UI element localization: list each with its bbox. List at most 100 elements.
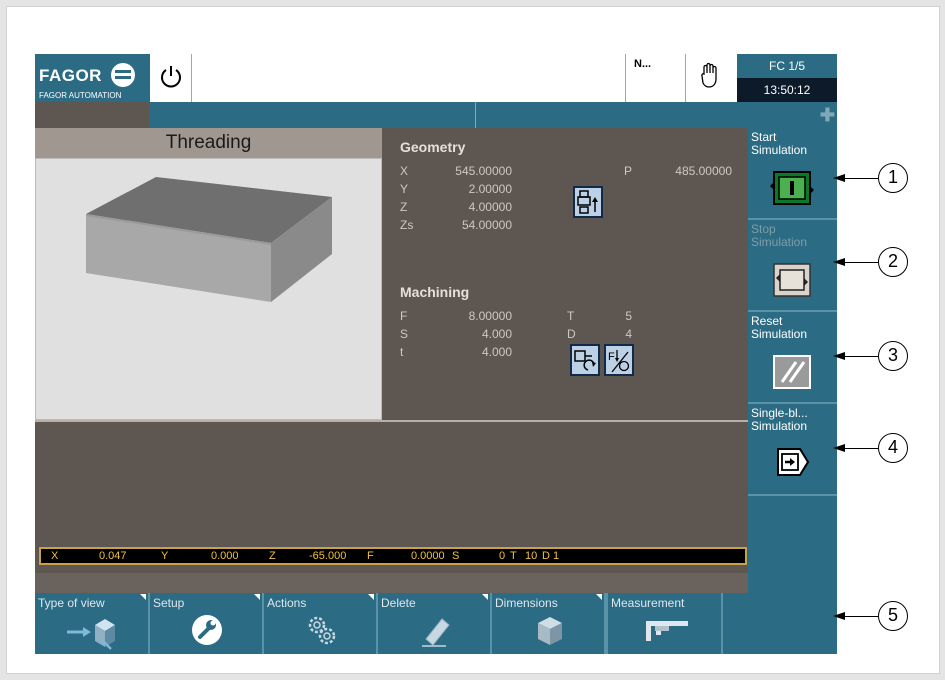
brand-subtitle: FAGOR AUTOMATION (39, 91, 122, 100)
submenu-indicator-icon (140, 594, 146, 600)
status-t-label: T (510, 550, 517, 562)
softkey-label: Simulation (751, 327, 808, 341)
single-block-simulation-button[interactable]: Single-bl... Simulation (748, 404, 837, 496)
manual-mode-indicator (685, 54, 737, 102)
status-y-value: 0.000 (211, 550, 239, 562)
cycle-data-panel: Geometry X 545.00000 Y 2.00000 Z 4.00000… (382, 128, 748, 420)
callout-3: 3 (878, 341, 908, 371)
machining-t-small-label: t (400, 345, 404, 359)
callout-4: 4 (878, 433, 908, 463)
reset-icon (773, 355, 811, 389)
delete-button[interactable]: Delete (378, 593, 492, 654)
measurement-button[interactable]: Measurement (606, 593, 723, 654)
machining-f-value[interactable]: 8.00000 (432, 309, 512, 323)
feed-type-button[interactable]: F (604, 344, 634, 376)
softkey-label: Setup (153, 596, 185, 610)
plus-icon[interactable]: ✚ (820, 106, 835, 124)
vertical-softkey-panel: Start Simulation Stop Simulation Reset S… (748, 128, 837, 593)
figure-page: FAGOR FAGOR AUTOMATION N... FC 1/5 13:50… (6, 6, 940, 674)
machining-s-label: S (400, 327, 409, 341)
geometry-x-label: X (400, 164, 409, 178)
geometry-y-label: Y (400, 182, 409, 196)
geometry-zs-value[interactable]: 54.00000 (432, 218, 512, 232)
start-simulation-icon (770, 171, 814, 205)
machining-tool-value[interactable]: 5 (612, 309, 632, 323)
geometry-x-value[interactable]: 545.00000 (432, 164, 512, 178)
callout-line (843, 262, 878, 263)
geometry-p-value[interactable]: 485.00000 (650, 164, 732, 178)
geometry-y-value[interactable]: 2.00000 (432, 182, 512, 196)
sub-header-bar: ✚ (150, 102, 837, 128)
softkey-label: Delete (381, 596, 416, 610)
spindle-rotation-icon (574, 350, 596, 371)
power-button[interactable] (150, 54, 192, 102)
caliper-icon (646, 621, 688, 641)
geometry-zs-label: Zs (400, 218, 414, 232)
hand-icon (701, 62, 717, 88)
submenu-indicator-icon (368, 594, 374, 600)
geometry-p-label: P (624, 164, 633, 178)
fagor-logo: FAGOR FAGOR AUTOMATION (35, 54, 150, 102)
callout-line (843, 178, 878, 179)
cnc-screen: FAGOR FAGOR AUTOMATION N... FC 1/5 13:50… (35, 54, 837, 654)
status-y-label: Y (161, 550, 169, 562)
brand-mark-icon (111, 63, 135, 87)
machining-tool-label: T (567, 309, 575, 323)
submenu-indicator-icon (482, 594, 488, 600)
program-indicator: N... (625, 54, 685, 102)
single-block-icon (777, 448, 810, 476)
softkey-label: Simulation (751, 235, 808, 249)
machining-s-value[interactable]: 4.000 (432, 327, 512, 341)
divider (35, 420, 748, 422)
stop-simulation-icon (773, 263, 811, 297)
softkey-label: Simulation (751, 143, 808, 157)
status-f-value: 0.0000 (411, 550, 445, 562)
status-f-label: F (367, 550, 374, 562)
simulation-view[interactable] (35, 158, 382, 420)
view-title: Threading (35, 128, 382, 158)
stop-simulation-button[interactable]: Stop Simulation (748, 220, 837, 312)
type-of-view-button[interactable]: Type of view (35, 593, 150, 654)
machining-d-value[interactable]: 4 (612, 327, 632, 341)
callout-2: 2 (878, 247, 908, 277)
geometry-title: Geometry (400, 139, 466, 155)
softkey-label: Type of view (38, 596, 105, 610)
power-icon (161, 66, 181, 88)
callout-line (843, 448, 878, 449)
geometry-z-value[interactable]: 4.00000 (432, 200, 512, 214)
status-d-label: D (542, 550, 550, 562)
cube-icon (538, 617, 562, 645)
status-x-label: X (51, 550, 59, 562)
status-d-value: 1 (553, 550, 560, 562)
machining-f-label: F (400, 309, 408, 323)
message-bar (192, 54, 625, 102)
machining-d-label: D (567, 327, 576, 341)
start-simulation-button[interactable]: Start Simulation (748, 128, 837, 220)
softkey-label: Measurement (611, 596, 685, 610)
softkey-label: Simulation (751, 419, 808, 433)
status-s-value: 0 (499, 550, 506, 562)
status-x-value: 0.047 (99, 550, 127, 562)
dimensions-button[interactable]: Dimensions (492, 593, 606, 654)
position-status-bar: X 0.047 Y 0.000 Z -65.000 F 0.0000 S 0 T… (39, 547, 747, 565)
channel-indicator: FC 1/5 (737, 54, 837, 78)
softkey-label: Dimensions (495, 596, 558, 610)
view-type-icon (67, 619, 115, 650)
machining-t-small-value[interactable]: 4.000 (432, 345, 512, 359)
spindle-direction-button[interactable] (570, 344, 600, 376)
tool-direction-button[interactable] (573, 186, 603, 218)
callout-line (843, 356, 878, 357)
horizontal-softkey-panel: Type of view Setup Actions Delete Dimens… (35, 593, 837, 654)
bottom-strip (35, 573, 748, 593)
actions-button[interactable]: Actions (264, 593, 378, 654)
reset-simulation-button[interactable]: Reset Simulation (748, 312, 837, 404)
wrench-icon (192, 615, 222, 645)
eraser-icon (422, 618, 450, 647)
submenu-indicator-icon (596, 594, 602, 600)
setup-button[interactable]: Setup (150, 593, 264, 654)
callout-1: 1 (878, 163, 908, 193)
tool-orientation-icon (577, 190, 598, 214)
brand-name: FAGOR (39, 66, 102, 85)
machining-title: Machining (400, 284, 470, 300)
gears-icon (308, 616, 336, 645)
